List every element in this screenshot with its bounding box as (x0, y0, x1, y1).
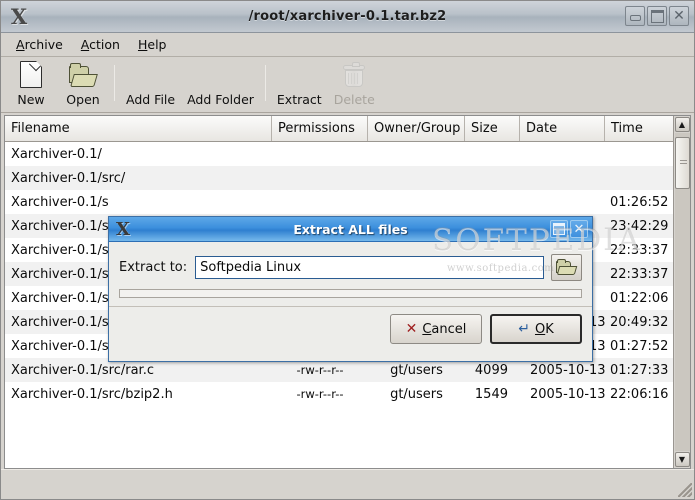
menubar: Archive Action Help (1, 33, 694, 57)
menu-archive[interactable]: Archive (7, 35, 72, 54)
cancel-button[interactable]: ✕ Cancel (390, 314, 482, 344)
menu-archive-label: rchive (24, 37, 63, 52)
table-row[interactable]: Xarchiver-0.1/s 01:26:52 (5, 190, 673, 214)
cell-time: 22:33:37 (610, 266, 669, 282)
dialog-maximize-icon[interactable] (550, 220, 568, 238)
dialog-titlebar[interactable]: X Extract ALL files ✕ (109, 217, 592, 242)
toolbar-delete-label: Delete (333, 92, 375, 107)
window-titlebar[interactable]: X /root/xarchiver-0.1.tar.bz2 ✕ (1, 1, 694, 33)
cell-size: 1549 (474, 386, 508, 402)
toolbar-separator-1 (114, 65, 115, 101)
cell-perm: -rw-r--r-- (296, 387, 344, 401)
dialog-window-controls: ✕ (550, 220, 588, 238)
cell-name: Xarchiver-0.1/src/rar.c (11, 362, 154, 378)
scrollbar-track[interactable] (674, 133, 690, 451)
cell-name: Xarchiver-0.1/src/bzip2.h (11, 386, 173, 402)
extract-progress-bar (119, 289, 582, 298)
add-folder-icon (206, 60, 236, 90)
column-header-filename[interactable]: Filename (5, 116, 272, 141)
extract-to-input[interactable]: Softpedia Linux (195, 256, 544, 279)
menu-help-label: elp (147, 37, 167, 52)
menu-help[interactable]: Help (129, 35, 176, 54)
column-header-permissions[interactable]: Permissions (272, 116, 368, 141)
toolbar-new-label: New (17, 92, 45, 107)
toolbar-add-folder-label: Add Folder (187, 92, 254, 107)
minimize-icon[interactable] (625, 6, 645, 26)
toolbar-add-file-button[interactable]: Add File (120, 57, 181, 109)
extract-icon (284, 60, 314, 90)
cell-time: 01:26:52 (610, 194, 669, 210)
file-list-header: Filename Permissions Owner/Group Size Da… (5, 116, 673, 142)
column-header-time[interactable]: Time (605, 116, 673, 141)
menu-action[interactable]: Action (72, 35, 129, 54)
cell-time: 01:22:06 (610, 290, 669, 306)
cell-time: 20:49:32 (610, 314, 669, 330)
extract-to-row: Extract to: Softpedia Linux (109, 242, 592, 287)
cell-name: Xarchiver-0.1/ (11, 146, 102, 162)
browse-folder-button[interactable] (551, 254, 582, 281)
cell-time: 22:06:16 (610, 386, 669, 402)
cell-time: 01:27:52 (610, 338, 669, 354)
ok-button[interactable]: ↵ OK (490, 314, 582, 344)
maximize-icon[interactable] (647, 6, 667, 26)
ok-button-label: OK (534, 321, 554, 337)
window-title: /root/xarchiver-0.1.tar.bz2 (248, 9, 447, 24)
column-header-owner-group[interactable]: Owner/Group (368, 116, 465, 141)
table-row[interactable]: Xarchiver-0.1/src/ (5, 166, 673, 190)
column-header-date[interactable]: Date (520, 116, 605, 141)
new-document-icon (16, 60, 46, 90)
cancel-x-icon: ✕ (405, 321, 418, 337)
scroll-up-button[interactable]: ▲ (674, 117, 690, 132)
toolbar-open-label: Open (66, 92, 100, 107)
add-file-icon (136, 60, 166, 90)
toolbar-new-button[interactable]: New (5, 57, 57, 109)
cell-name: Xarchiver-0.1/s (11, 194, 109, 210)
close-icon[interactable]: ✕ (669, 6, 689, 26)
cancel-button-label: Cancel (422, 321, 467, 337)
dialog-action-buttons: ✕ Cancel ↵ OK (109, 307, 592, 353)
toolbar-delete-button: Delete (328, 57, 381, 109)
cell-date: 2005-10-13 (530, 386, 606, 402)
cell-name: Xarchiver-0.1/src/ (11, 170, 126, 186)
table-row[interactable]: Xarchiver-0.1/src/bzip2.h -rw-r--r-- gt/us… (5, 382, 673, 406)
scrollbar-thumb[interactable] (674, 137, 690, 189)
open-folder-icon (68, 60, 98, 90)
extract-to-value: Softpedia Linux (200, 260, 302, 275)
cell-perm: -rw-r--r-- (296, 363, 344, 377)
toolbar-add-file-label: Add File (126, 92, 176, 107)
dialog-body: Extract to: Softpedia Linux ✕ Cancel ↵ O… (109, 242, 592, 361)
table-row[interactable]: Xarchiver-0.1/ (5, 142, 673, 166)
toolbar: New Open Add File Add Folder Extract Del… (1, 57, 694, 113)
toolbar-add-folder-button[interactable]: Add Folder (181, 57, 260, 109)
cell-owner: gt/users (390, 386, 443, 402)
scroll-down-button[interactable]: ▼ (674, 452, 690, 467)
dialog-app-logo-icon: X (116, 218, 130, 240)
dialog-title: Extract ALL files (293, 221, 408, 237)
open-folder-icon (556, 259, 578, 276)
cell-time: 01:27:33 (610, 362, 669, 378)
file-list-scrollbar[interactable]: ▲ ▼ (673, 116, 690, 468)
resize-grip[interactable] (678, 483, 692, 497)
cell-date: 2005-10-13 (530, 362, 606, 378)
toolbar-open-button[interactable]: Open (57, 57, 109, 109)
extract-all-files-dialog: X Extract ALL files ✕ Extract to: Softpe… (108, 216, 593, 362)
cell-size: 4099 (474, 362, 508, 378)
window-controls: ✕ (625, 6, 689, 26)
statusbar (1, 469, 694, 499)
dialog-close-icon[interactable]: ✕ (570, 220, 588, 238)
column-header-size[interactable]: Size (465, 116, 520, 141)
enter-arrow-icon: ↵ (518, 321, 530, 337)
extract-to-label: Extract to: (119, 260, 188, 275)
cell-time: 22:33:37 (610, 242, 669, 258)
app-logo-icon: X (10, 4, 28, 29)
menu-action-label: ction (89, 37, 120, 52)
toolbar-extract-label: Extract (276, 92, 322, 107)
trash-icon (339, 60, 369, 90)
cell-owner: gt/users (390, 362, 443, 378)
toolbar-separator-2 (264, 65, 266, 101)
cell-time: 23:42:29 (610, 218, 669, 234)
toolbar-extract-button[interactable]: Extract (271, 57, 328, 109)
